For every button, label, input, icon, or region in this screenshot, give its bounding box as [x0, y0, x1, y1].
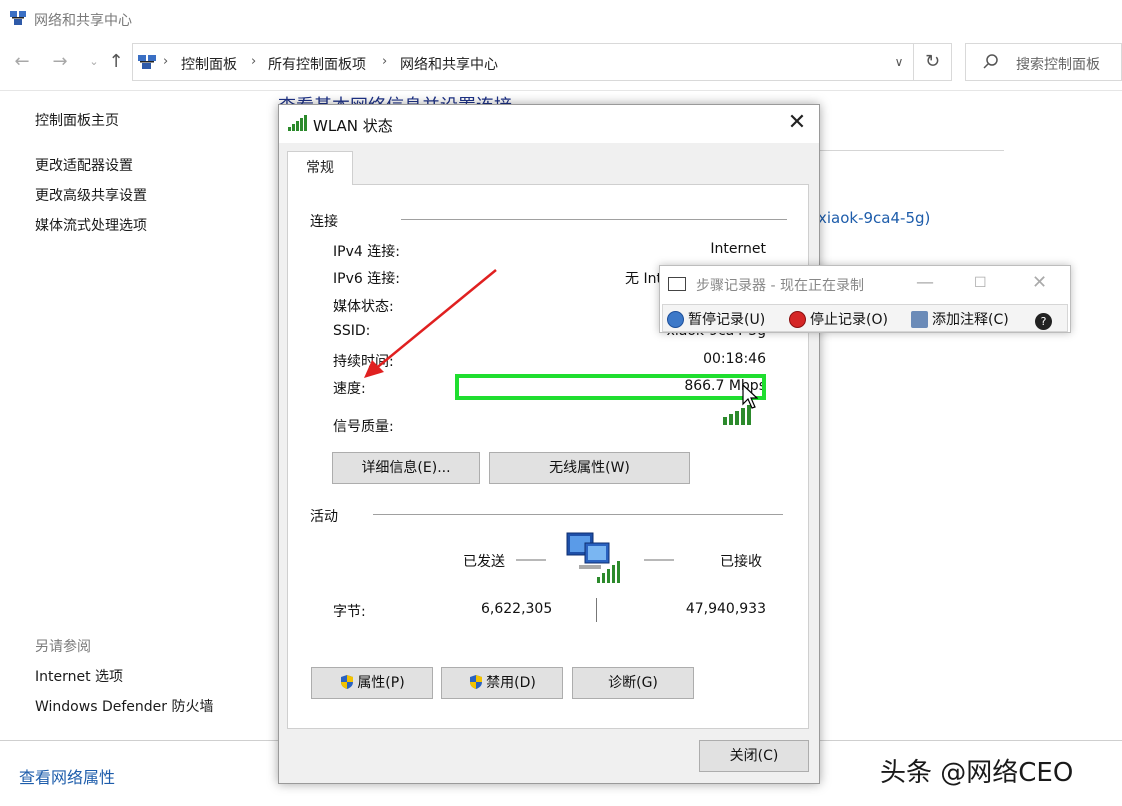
maximize-icon[interactable]: ☐	[974, 275, 987, 291]
nav-home-link[interactable]: 控制面板主页	[35, 110, 119, 130]
address-row: ← → ⌄ ↑ › 控制面板 › 所有控制面板项 › 网络和共享中心 ∨ ↻ 搜…	[0, 40, 1122, 84]
search-placeholder: 搜索控制面板	[1016, 57, 1100, 73]
dialog-title: WLAN 状态	[313, 117, 393, 135]
red-arrow-annotation	[364, 269, 497, 378]
watermark: 头条 @网络CEO	[880, 758, 1074, 788]
minimize-icon[interactable]: —	[916, 272, 934, 293]
add-comment-label: 添加注释(C)	[932, 312, 1009, 328]
help-button[interactable]: ?	[1035, 309, 1056, 330]
properties-button-label: 属性(P)	[357, 675, 405, 691]
uac-shield-icon	[341, 675, 354, 689]
sent-label: 已发送	[463, 554, 505, 570]
nav-media-streaming-link[interactable]: 媒体流式处理选项	[35, 215, 147, 235]
pause-icon	[667, 311, 684, 328]
ipv4-label: IPv4 连接:	[333, 244, 400, 260]
close-button[interactable]: 关闭(C)	[699, 740, 809, 772]
steps-recorder-toolbar: 暂停记录(U) 停止记录(O) 添加注释(C) ?	[662, 304, 1068, 332]
diagnose-button[interactable]: 诊断(G)	[572, 667, 694, 699]
forward-icon[interactable]: →	[48, 50, 72, 74]
steps-recorder-title: 步骤记录器 - 现在正在录制	[696, 278, 864, 294]
back-icon[interactable]: ←	[10, 50, 34, 74]
pause-record-button[interactable]: 暂停记录(U)	[667, 309, 765, 329]
section-divider	[373, 514, 783, 515]
address-dropdown-icon[interactable]: ∨	[889, 52, 909, 72]
steps-recorder-window: 步骤记录器 - 现在正在录制 — ☐ ✕ 暂停记录(U) 停止记录(O) 添加注…	[659, 265, 1071, 333]
help-icon: ?	[1035, 313, 1052, 330]
close-icon[interactable]: ✕	[1032, 272, 1047, 293]
stop-icon	[789, 311, 806, 328]
address-bar[interactable]: › 控制面板 › 所有控制面板项 › 网络和共享中心 ∨	[132, 43, 914, 81]
speed-highlight-box	[455, 374, 766, 400]
connection-section-label: 连接	[310, 214, 338, 230]
bytes-label: 字节:	[333, 604, 366, 620]
ipv4-value: Internet	[710, 241, 766, 257]
wlan-status-dialog: WLAN 状态 ✕ 常规 连接 IPv4 连接: Internet IPv6 连…	[278, 104, 820, 784]
uac-shield-icon	[470, 675, 483, 689]
dialog-titlebar: WLAN 状态 ✕	[279, 105, 819, 143]
ipv6-value: 无 Int	[625, 271, 662, 287]
section-divider	[401, 219, 787, 220]
stop-record-button[interactable]: 停止记录(O)	[789, 309, 888, 329]
disable-button[interactable]: 禁用(D)	[441, 667, 563, 699]
bytes-divider	[596, 598, 597, 622]
activity-dash	[516, 559, 546, 561]
view-network-properties-link[interactable]: 查看网络属性	[19, 764, 115, 788]
bytes-sent-value: 6,622,305	[481, 601, 553, 617]
refresh-button[interactable]: ↻	[914, 43, 952, 81]
speed-label: 速度:	[333, 381, 366, 397]
see-also-title: 另请参阅	[35, 639, 91, 655]
signal-quality-label: 信号质量:	[333, 419, 394, 435]
details-button[interactable]: 详细信息(E)...	[332, 452, 480, 484]
tab-general[interactable]: 常规	[287, 151, 353, 185]
add-comment-button[interactable]: 添加注释(C)	[911, 309, 1009, 329]
nav-adapter-settings-link[interactable]: 更改适配器设置	[35, 155, 133, 175]
window-titlebar: 网络和共享中心	[0, 0, 1122, 38]
breadcrumb-network-center[interactable]: 网络和共享中心	[400, 54, 498, 74]
divider	[0, 90, 1122, 91]
duration-value: 00:18:46	[703, 351, 766, 367]
search-box[interactable]: 搜索控制面板	[965, 43, 1122, 81]
disable-button-label: 禁用(D)	[486, 675, 536, 691]
network-center-icon	[10, 11, 26, 25]
window-title: 网络和共享中心	[34, 13, 132, 29]
internet-options-link[interactable]: Internet 选项	[35, 666, 123, 686]
steps-recorder-icon	[668, 277, 686, 291]
up-icon[interactable]: ↑	[104, 50, 128, 74]
properties-button[interactable]: 属性(P)	[311, 667, 433, 699]
network-connection-link[interactable]: xiaok-9ca4-5g)	[818, 209, 930, 227]
pause-record-label: 暂停记录(U)	[688, 312, 766, 328]
wireless-properties-button[interactable]: 无线属性(W)	[489, 452, 690, 484]
search-icon	[983, 54, 998, 69]
mouse-cursor-icon	[742, 384, 758, 409]
activity-section-label: 活动	[310, 509, 338, 525]
recent-chevron-icon[interactable]: ⌄	[82, 50, 106, 74]
activity-dash	[644, 559, 674, 561]
control-panel-icon	[138, 55, 156, 69]
close-icon[interactable]: ✕	[785, 112, 809, 136]
wifi-signal-icon	[288, 115, 307, 131]
nav-advanced-sharing-link[interactable]: 更改高级共享设置	[35, 185, 147, 205]
stop-record-label: 停止记录(O)	[810, 312, 888, 328]
firewall-link[interactable]: Windows Defender 防火墙	[35, 696, 213, 716]
comment-icon	[911, 311, 928, 328]
breadcrumb-separator-icon: ›	[163, 54, 169, 69]
breadcrumb-all-items[interactable]: 所有控制面板项	[268, 54, 366, 74]
network-computer-icon	[566, 532, 620, 583]
breadcrumb-control-panel[interactable]: 控制面板	[181, 54, 237, 74]
received-label: 已接收	[720, 554, 762, 570]
breadcrumb-separator-icon: ›	[382, 54, 388, 69]
divider	[820, 150, 1004, 151]
breadcrumb-separator-icon: ›	[251, 54, 257, 69]
bytes-received-value: 47,940,933	[685, 601, 766, 617]
